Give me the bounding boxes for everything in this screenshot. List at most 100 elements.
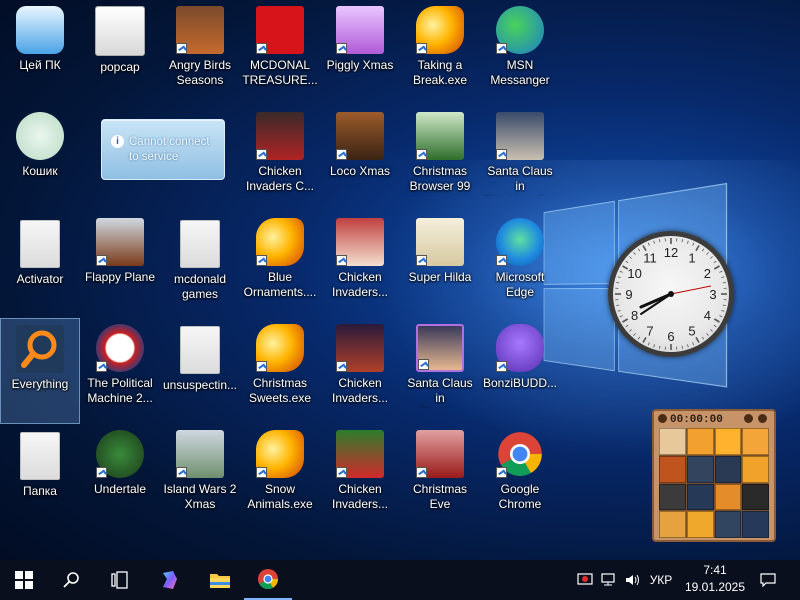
- puzzle-tile[interactable]: [659, 511, 686, 538]
- unsuspecting-icon: [180, 326, 220, 374]
- start-button[interactable]: [0, 560, 48, 600]
- desktop-icon-chicken-invaders-c[interactable]: Chicken Invaders C...: [240, 106, 320, 212]
- desktop-icon-mcdonald-games[interactable]: mcdonald games: [160, 212, 240, 318]
- clock-tick: [633, 252, 636, 255]
- christmas-sweets-icon: [256, 324, 304, 372]
- tray-app-icon[interactable]: [575, 570, 595, 590]
- taskbar-app-file-explorer[interactable]: [196, 560, 244, 600]
- puzzle-tile[interactable]: [742, 428, 769, 455]
- desktop-icon-label: Snow Animals.exe: [247, 482, 313, 511]
- shortcut-arrow-icon: [96, 361, 107, 372]
- picture-puzzle-gadget[interactable]: 00:00:00: [652, 409, 776, 542]
- puzzle-tile[interactable]: [714, 455, 742, 483]
- puzzle-tile[interactable]: [742, 483, 769, 511]
- desktop-icon-island-wars-2-xmas[interactable]: Island Wars 2 Xmas: [160, 424, 240, 530]
- desktop-icon-chicken-invaders-3[interactable]: Chicken Invaders...: [320, 318, 400, 424]
- puzzle-tile[interactable]: [686, 428, 714, 455]
- puzzle-tile[interactable]: [714, 511, 742, 538]
- desktop-icon-google-chrome[interactable]: Google Chrome: [480, 424, 560, 530]
- desktop-icon-bonzibuddy[interactable]: BonziBUDD...: [480, 318, 560, 424]
- puzzle-tile[interactable]: [714, 428, 742, 455]
- desktop-icon-snow-animals[interactable]: Snow Animals.exe: [240, 424, 320, 530]
- puzzle-tile[interactable]: [742, 511, 769, 538]
- desktop-icon-political-machine[interactable]: The Political Machine 2...: [80, 318, 160, 424]
- clock-numeral: 2: [704, 266, 711, 281]
- puzzle-settings-icon[interactable]: [758, 414, 767, 423]
- desktop-icon-santa-claus-in-trouble[interactable]: Santa Claus in Trouble: [400, 318, 480, 424]
- shortcut-arrow-icon: [176, 43, 187, 54]
- desktop-icon-undertale[interactable]: Undertale: [80, 424, 160, 530]
- puzzle-tile[interactable]: [686, 483, 714, 511]
- tray-clock[interactable]: 7:41 19.01.2025: [679, 562, 751, 596]
- clock-tick: [659, 345, 661, 349]
- puzzle-tile[interactable]: [659, 455, 686, 483]
- task-view-button[interactable]: [96, 560, 144, 600]
- notification-bubble[interactable]: i Cannot connect to service: [101, 119, 225, 180]
- desktop-icon-label: Everything: [11, 377, 69, 391]
- desktop-icon-super-hilda[interactable]: Super Hilda: [400, 212, 480, 318]
- desktop-icon-label: Christmas Sweets.exe: [248, 376, 312, 405]
- volume-tray-icon[interactable]: [622, 570, 644, 590]
- chicken-invaders-c-icon: [256, 112, 304, 160]
- desktop-icon-taking-a-break[interactable]: Taking a Break.exe: [400, 0, 480, 106]
- desktop-icon-flappy-plane[interactable]: Flappy Plane: [80, 212, 160, 318]
- desktop-icon-chicken-invaders-4[interactable]: Chicken Invaders...: [320, 424, 400, 530]
- language-indicator[interactable]: УКР: [646, 570, 676, 590]
- puzzle-tile[interactable]: [659, 483, 686, 511]
- taskbar-app-copilot[interactable]: [146, 560, 194, 600]
- desktop-icon-piggly-xmas[interactable]: Piggly Xmas: [320, 0, 400, 106]
- angry-birds-seasons-icon: [176, 6, 224, 54]
- desktop-icon-blue-ornaments[interactable]: Blue Ornaments....: [240, 212, 320, 318]
- search-button[interactable]: [48, 560, 96, 600]
- clock-tick: [721, 310, 725, 312]
- desktop-icon-mcdonald-treasure[interactable]: MCDONAL TREASURE...: [240, 0, 320, 106]
- puzzle-tile[interactable]: [686, 455, 714, 483]
- desktop-icon-popcap[interactable]: popcap: [80, 0, 160, 106]
- puzzle-help-icon[interactable]: [744, 414, 753, 423]
- clock-tick: [625, 324, 629, 328]
- desktop-icon-loco-xmas[interactable]: Loco Xmas: [320, 106, 400, 212]
- clock-gadget[interactable]: 12 1 2 3 4 5 6 7 8 9 10 11: [608, 231, 734, 357]
- desktop-icon-msn-messenger[interactable]: MSN Messanger: [480, 0, 560, 106]
- desktop-icon-activator[interactable]: Activator: [0, 212, 80, 318]
- activator-icon: [20, 220, 60, 268]
- clock-tick: [647, 242, 650, 246]
- desktop-icon-microsoft-edge[interactable]: Microsoft Edge: [480, 212, 560, 318]
- desktop-icon-this-pc[interactable]: Цей ПК: [0, 0, 80, 106]
- desktop-icon-christmas-eve-crisis[interactable]: Christmas Eve Crisis: [400, 424, 480, 530]
- shortcut-arrow-icon: [416, 149, 427, 160]
- clock-numeral: 3: [709, 287, 716, 302]
- shortcut-arrow-icon: [416, 467, 427, 478]
- clock-tick: [687, 344, 689, 348]
- desktop-icon-unsuspecting[interactable]: unsuspectin...: [160, 318, 240, 424]
- notification-center-button[interactable]: [752, 570, 784, 590]
- shortcut-arrow-icon: [496, 361, 507, 372]
- clock-tick: [722, 304, 726, 306]
- desktop-icon-recycle-bin[interactable]: Кошик: [0, 106, 80, 212]
- msn-messenger-icon: [496, 6, 544, 54]
- desktop-icon-chicken-invaders-2[interactable]: Chicken Invaders...: [320, 212, 400, 318]
- puzzle-pause-icon[interactable]: [658, 414, 667, 423]
- desktop-icon-everything[interactable]: Everything: [0, 318, 80, 424]
- network-tray-icon[interactable]: [598, 570, 618, 590]
- puzzle-tile[interactable]: [714, 483, 742, 511]
- desktop-icon-santa-claus-in-trouble-a[interactable]: Santa Claus in Trouble... A...: [480, 106, 560, 212]
- puzzle-tile[interactable]: [742, 455, 769, 483]
- desktop-icon-angry-birds-seasons[interactable]: Angry Birds Seasons: [160, 0, 240, 106]
- clock-tick: [719, 270, 723, 273]
- copilot-icon: [163, 571, 177, 589]
- taskbar-app-chrome[interactable]: [244, 560, 292, 600]
- chicken-invaders-2-icon: [336, 218, 384, 266]
- puzzle-tile[interactable]: [686, 511, 714, 538]
- loco-xmas-icon: [336, 112, 384, 160]
- puzzle-tile[interactable]: [659, 428, 686, 455]
- clock-tick: [629, 256, 632, 259]
- clock-tick: [681, 345, 683, 349]
- shortcut-arrow-icon: [336, 43, 347, 54]
- desktop-icon-christmas-sweets[interactable]: Christmas Sweets.exe: [240, 318, 320, 424]
- desktop-icon-folder-papka[interactable]: Папка: [0, 424, 80, 530]
- mcdonald-games-icon: [180, 220, 220, 268]
- desktop-icon-christmas-browser-99[interactable]: Christmas Browser 99: [400, 106, 480, 212]
- clock-tick: [722, 282, 726, 284]
- clock-tick: [617, 276, 621, 278]
